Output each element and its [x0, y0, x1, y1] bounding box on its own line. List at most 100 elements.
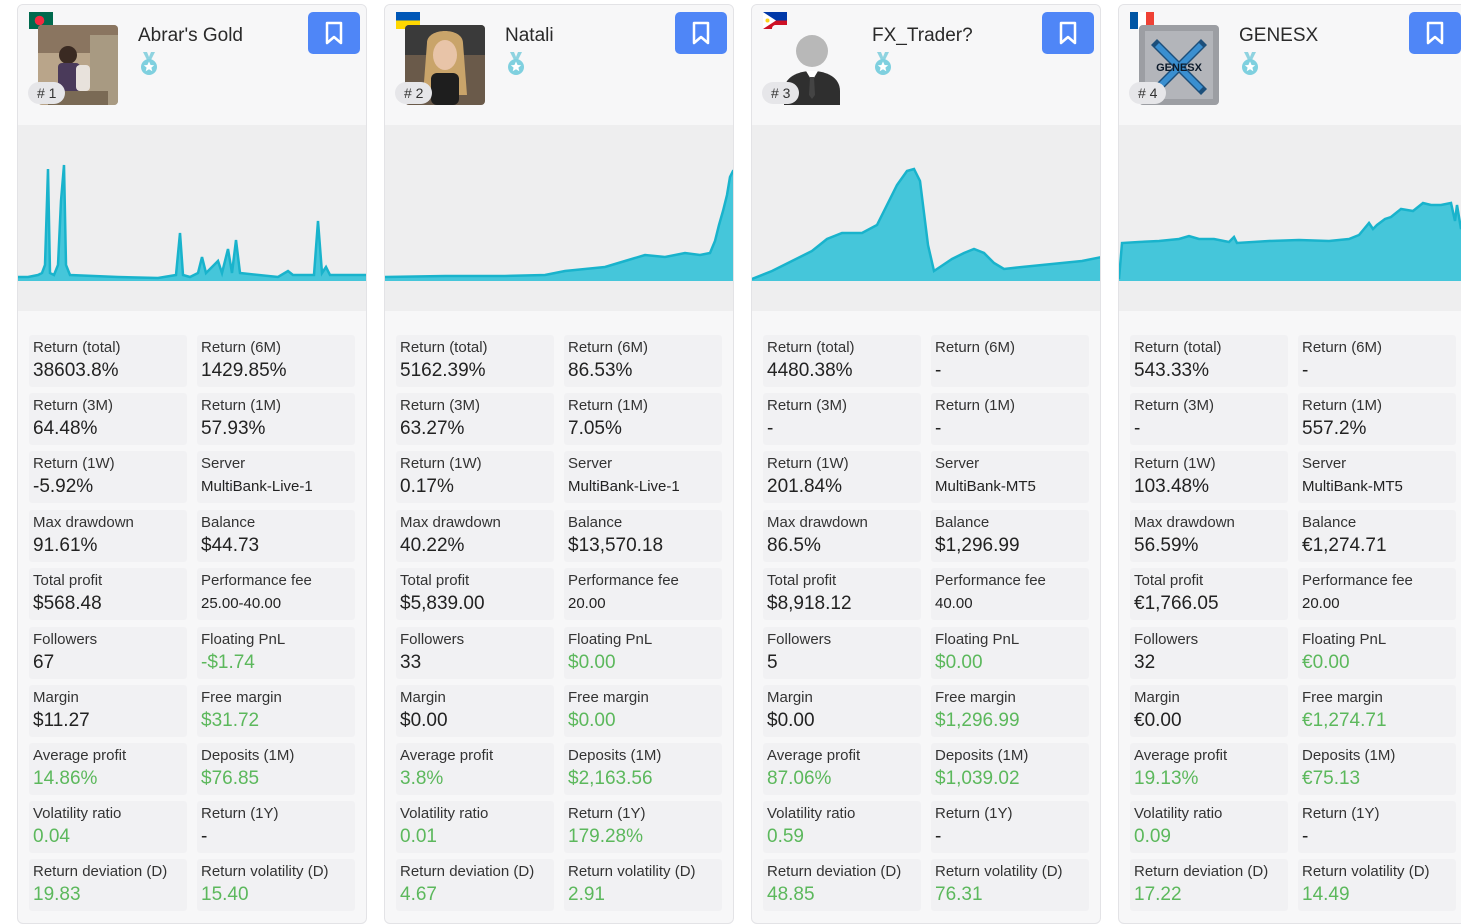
stat-label: Floating PnL: [935, 631, 1020, 648]
stat-return-6m: Return (6M) 86.53%: [564, 335, 722, 387]
trader-card[interactable]: # 3 FX_Trader? Return (total) 4480.38% Re…: [751, 4, 1101, 924]
stat-value: $0.00: [568, 652, 616, 673]
stat-label: Return (1W): [33, 455, 115, 472]
stat-label: Return (1M): [568, 397, 649, 414]
stat-label: Margin: [33, 689, 79, 706]
stat-value: $5,839.00: [400, 593, 485, 614]
stat-label: Return (1M): [935, 397, 1016, 414]
stat-followers: Followers 5: [763, 627, 921, 679]
trader-card[interactable]: GENESX # 4 GENESX Return (total) 543.33% …: [1118, 4, 1461, 924]
stat-value: 201.84%: [767, 476, 843, 497]
stat-return-1m: Return (1M) 7.05%: [564, 393, 722, 445]
stat-label: Return (total): [767, 339, 855, 356]
stat-value: MultiBank-Live-1: [201, 478, 313, 495]
stat-value: 4480.38%: [767, 360, 853, 381]
bookmark-icon: [692, 21, 710, 45]
stat-average-profit: Average profit 87.06%: [763, 743, 921, 795]
bookmark-icon: [1059, 21, 1077, 45]
stat-return-1y: Return (1Y) 179.28%: [564, 801, 722, 853]
stat-balance: Balance €1,274.71: [1298, 510, 1456, 562]
bookmark-button[interactable]: [1042, 12, 1094, 54]
stat-value: -: [935, 826, 942, 847]
stat-return-1w: Return (1W) 201.84%: [763, 451, 921, 503]
stat-floating-pnl: Floating PnL $0.00: [931, 627, 1089, 679]
stat-value: €0.00: [1302, 652, 1350, 673]
stat-value: 1429.85%: [201, 360, 287, 381]
trader-name[interactable]: Natali: [505, 25, 554, 47]
stat-value: 15.40: [201, 884, 249, 905]
stat-label: Return (6M): [1302, 339, 1383, 356]
stat-label: Return (total): [33, 339, 121, 356]
stat-return-3m: Return (3M) -: [763, 393, 921, 445]
stat-label: Margin: [1134, 689, 1180, 706]
stat-label: Deposits (1M): [935, 747, 1029, 764]
stat-followers: Followers 33: [396, 627, 554, 679]
medal-icon: [872, 52, 894, 76]
trader-name[interactable]: GENESX: [1239, 25, 1318, 47]
bookmark-icon: [1426, 21, 1444, 45]
trader-name[interactable]: Abrar's Gold: [138, 25, 243, 47]
stat-total-profit: Total profit $5,839.00: [396, 568, 554, 620]
stat-value: MultiBank-Live-1: [568, 478, 680, 495]
medal-icon: [138, 52, 160, 76]
stat-server: Server MultiBank-Live-1: [564, 451, 722, 503]
bookmark-button[interactable]: [675, 12, 727, 54]
stat-average-profit: Average profit 14.86%: [29, 743, 187, 795]
stat-return-deviation: Return deviation (D) 4.67: [396, 859, 554, 911]
stat-value: €1,766.05: [1134, 593, 1219, 614]
stat-return-6m: Return (6M) 1429.85%: [197, 335, 355, 387]
bookmark-button[interactable]: [1409, 12, 1461, 54]
stat-label: Balance: [568, 514, 623, 531]
stat-value: 40.00: [935, 595, 973, 612]
trader-name[interactable]: FX_Trader?: [872, 25, 973, 47]
stat-value: 57.93%: [201, 418, 266, 439]
stat-label: Return (6M): [201, 339, 282, 356]
trader-card[interactable]: # 2 Natali Return (total) 5162.39% Return…: [384, 4, 734, 924]
stat-label: Total profit: [767, 572, 837, 589]
stat-total-profit: Total profit $8,918.12: [763, 568, 921, 620]
stat-return-deviation: Return deviation (D) 19.83: [29, 859, 187, 911]
stat-value: $0.00: [568, 710, 616, 731]
stat-return-total: Return (total) 5162.39%: [396, 335, 554, 387]
stat-return-1m: Return (1M) 557.2%: [1298, 393, 1456, 445]
stat-floating-pnl: Floating PnL $0.00: [564, 627, 722, 679]
stat-value: -: [1134, 418, 1141, 439]
stat-value: $2,163.56: [568, 768, 653, 789]
stat-label: Followers: [1134, 631, 1199, 648]
stat-label: Return deviation (D): [767, 863, 902, 880]
stat-value: 4.67: [400, 884, 437, 905]
stat-value: -: [767, 418, 774, 439]
stat-value: 20.00: [1302, 595, 1340, 612]
stat-label: Volatility ratio: [767, 805, 856, 822]
stat-floating-pnl: Floating PnL -$1.74: [197, 627, 355, 679]
stat-value: 0.59: [767, 826, 804, 847]
stat-label: Max drawdown: [767, 514, 868, 531]
equity-chart: [18, 125, 366, 311]
stat-value: $0.00: [935, 652, 983, 673]
stat-label: Balance: [201, 514, 256, 531]
stat-value: 25.00-40.00: [201, 595, 282, 612]
stat-free-margin: Free margin $31.72: [197, 685, 355, 737]
stat-return-total: Return (total) 4480.38%: [763, 335, 921, 387]
stat-label: Followers: [767, 631, 832, 648]
stat-label: Max drawdown: [400, 514, 501, 531]
stat-value: 40.22%: [400, 535, 465, 556]
stat-label: Free margin: [568, 689, 649, 706]
stat-return-volatility: Return volatility (D) 76.31: [931, 859, 1089, 911]
bookmark-button[interactable]: [308, 12, 360, 54]
stat-followers: Followers 67: [29, 627, 187, 679]
stat-max-drawdown: Max drawdown 86.5%: [763, 510, 921, 562]
stat-value: 63.27%: [400, 418, 465, 439]
stat-label: Return (total): [400, 339, 488, 356]
stat-label: Margin: [767, 689, 813, 706]
stat-return-6m: Return (6M) -: [1298, 335, 1456, 387]
stat-label: Average profit: [767, 747, 861, 764]
stat-label: Average profit: [33, 747, 127, 764]
stat-return-3m: Return (3M) -: [1130, 393, 1288, 445]
stat-max-drawdown: Max drawdown 56.59%: [1130, 510, 1288, 562]
rank-badge: # 2: [395, 82, 433, 104]
trader-card[interactable]: # 1 Abrar's Gold Return (total) 38603.8% …: [17, 4, 367, 924]
stat-label: Total profit: [1134, 572, 1204, 589]
stat-return-total: Return (total) 38603.8%: [29, 335, 187, 387]
stat-value: 33: [400, 652, 422, 673]
